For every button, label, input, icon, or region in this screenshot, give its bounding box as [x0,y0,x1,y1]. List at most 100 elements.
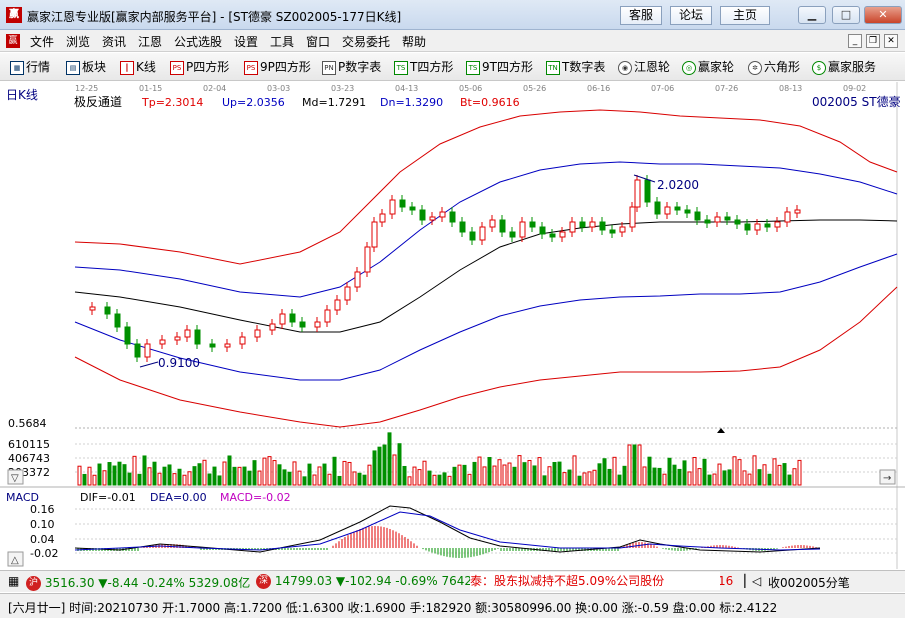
candle-body [469,231,476,241]
dollar-icon: $ [812,60,826,75]
volume-bar [717,463,722,486]
wheel-icon: ◎ [682,60,696,75]
volume-bar [792,468,797,486]
candle-body [654,201,661,215]
t-number-table-button[interactable]: TN T数字表 [546,58,605,76]
volume-bar [362,474,367,486]
menu-gann[interactable]: 江恩 [138,33,162,50]
hexagon-button[interactable]: ✲ 六角形 [748,58,800,76]
volume-bar [242,466,247,486]
mdi-close-icon[interactable]: ✕ [884,34,898,48]
volume-bar [162,466,167,486]
volume-bar [147,467,152,486]
volume-bar [342,460,347,486]
maximize-icon[interactable]: □ [832,6,860,24]
news-scroller[interactable]: 泰：股东拟减持不超5.09%公司股份 [470,572,720,590]
menu-browse[interactable]: 浏览 [66,33,90,50]
chart-area[interactable]: 日K线 12-25 01-15 02-04 03-03 03-23 04-13 05-06 0… [0,82,905,569]
close-icon[interactable]: ✕ [864,6,902,24]
candle-body [389,199,396,215]
menu-window[interactable]: 窗口 [306,33,330,50]
candle-body [314,321,321,328]
candle-body [519,221,526,238]
scroll-tab-icon[interactable]: ▕ [736,574,745,588]
quotes-button[interactable]: ▦ 行情 [10,58,50,76]
candle-body [734,219,741,225]
volume-bar [367,464,372,486]
volume-bar [527,459,532,486]
p-square-button[interactable]: PS P四方形 [170,58,229,76]
volume-bar [177,468,182,486]
chevron-right-icon: → [883,473,891,484]
menu-news[interactable]: 资讯 [102,33,126,50]
volume-tick-2: 406743 [8,452,50,465]
volume-bar [532,465,537,486]
chevron-left-icon[interactable]: ◁ [752,574,761,588]
t-square-button[interactable]: TS T四方形 [394,58,453,76]
dn-value: Dn=1.3290 [380,96,443,109]
9p-square-button[interactable]: PS 9P四方形 [244,58,311,76]
volume-bar [452,466,457,486]
date-tick: 01-15 [139,84,162,93]
candle-body [609,229,616,234]
volume-bar [127,472,132,486]
gann-wheel-button[interactable]: ◉ 江恩轮 [618,58,670,76]
mdi-restore-icon[interactable]: ❐ [866,34,880,48]
p-number-table-button[interactable]: PN P数字表 [322,58,381,76]
volume-bar [297,470,302,486]
volume-bar [292,461,297,486]
volume-bar [592,469,597,486]
candle-body [619,226,626,233]
kline-button[interactable]: ┃ K线 [120,58,156,76]
menu-file[interactable]: 文件 [30,33,54,50]
macd-tick: 0.04 [30,533,55,546]
menu-tools[interactable]: 工具 [270,33,294,50]
volume-bar [727,469,732,486]
macd-tick: 0.16 [30,503,55,516]
volume-bar [752,455,757,486]
menu-formula-select[interactable]: 公式选股 [174,33,222,50]
candle-body [429,216,436,221]
info-bar: [六月廿一] 时间:20210730 开:1.7000 高:1.7200 低:1… [0,593,905,618]
pn-icon: PN [322,60,336,75]
winner-service-button[interactable]: $ 赢家服务 [812,58,876,76]
volume-bar [712,473,717,486]
closing-trades-link[interactable]: 收002005分笔 [768,574,850,591]
chart-canvas[interactable]: 日K线 12-25 01-15 02-04 03-03 03-23 04-13 05-06 0… [0,82,905,569]
ps-icon: PS [244,60,258,75]
date-tick: 07-06 [651,84,674,93]
mdi-logo-icon: 赢 [6,34,20,48]
shenzhen-index[interactable]: 深 14799.03 ▼-102.94 -0.69% 7642.8 [256,574,484,589]
marker-triangle-icon [717,428,725,433]
menu-help[interactable]: 帮助 [402,33,426,50]
volume-bar [442,472,447,486]
volume-bar [662,473,667,486]
9t-square-button[interactable]: TS 9T四方形 [466,58,533,76]
app-logo-icon: 赢 [6,7,22,23]
date-tick: 05-06 [459,84,482,93]
volume-bar [332,456,337,486]
volume-bar [707,474,712,486]
volume-bar [217,475,222,486]
volume-bar [397,443,402,486]
volume-bar [102,470,107,486]
calculator-icon[interactable]: ▦ [8,574,19,588]
date-tick: 06-16 [587,84,610,93]
volume-bar [602,458,607,486]
winner-wheel-button[interactable]: ◎ 赢家轮 [682,58,734,76]
forum-button[interactable]: 论坛 [670,6,712,25]
market-ticker: ▦ 沪 3516.30 ▼-8.44 -0.24% 5329.08亿 深 147… [0,570,905,592]
menu-trade[interactable]: 交易委托 [342,33,390,50]
minimize-icon[interactable]: ▁ [798,6,826,24]
volume-bar [282,469,287,486]
candle-body [184,329,191,338]
menu-settings[interactable]: 设置 [234,33,258,50]
sector-button[interactable]: ▤ 板块 [66,58,106,76]
volume-bar [502,464,507,486]
candle-body [479,226,486,241]
homepage-button[interactable]: 主页 [720,6,770,25]
customer-service-button[interactable]: 客服 [620,6,662,25]
shanghai-index[interactable]: 沪 3516.30 ▼-8.44 -0.24% 5329.08亿 [26,574,250,591]
volume-bar [247,470,252,486]
mdi-minimize-icon[interactable]: _ [848,34,862,48]
